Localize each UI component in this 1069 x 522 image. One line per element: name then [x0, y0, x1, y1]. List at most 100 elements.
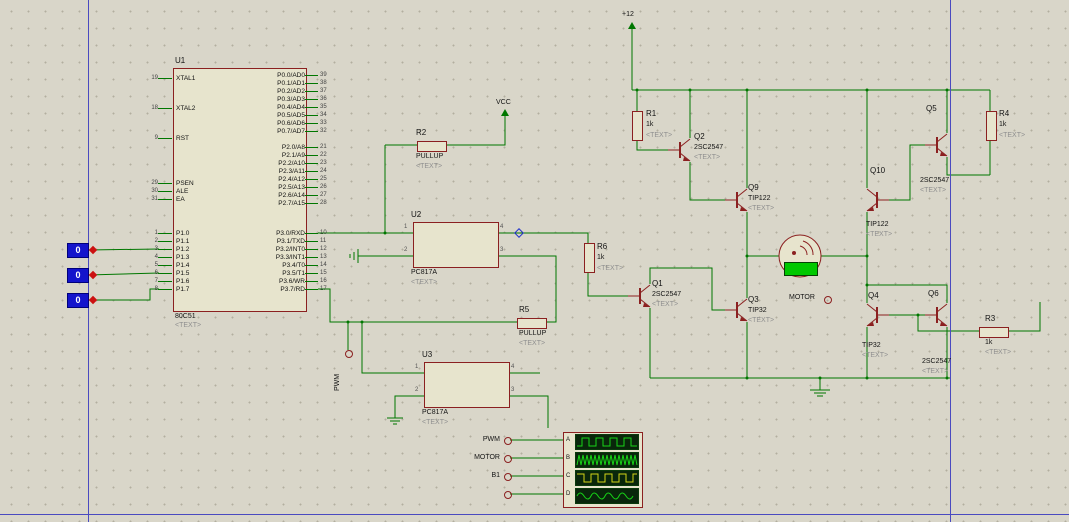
transistor-q5-symbol[interactable]	[925, 133, 948, 157]
u1-ref: U1	[175, 56, 186, 65]
transistor-q6-symbol[interactable]	[925, 303, 948, 327]
u1-pin-left[interactable]: 29 PSEN	[146, 179, 193, 187]
component-u2-body[interactable]	[413, 222, 499, 268]
logic-state-input[interactable]: 0	[67, 293, 89, 308]
plus12-label: +12	[622, 11, 634, 18]
resistor-r5[interactable]	[517, 318, 547, 329]
q4-ref: Q4	[868, 291, 879, 300]
pin-stub	[305, 162, 318, 164]
u1-pin-left[interactable]: 18 XTAL2	[146, 104, 195, 112]
u1-pin-right[interactable]: P3.7/RD 17	[191, 285, 326, 293]
r5-ref: R5	[519, 305, 530, 314]
transistor-q9-symbol[interactable]	[725, 188, 748, 212]
u1-pin-right[interactable]: P2.0/A8 21	[191, 143, 327, 151]
q5-ref: Q5	[926, 104, 937, 113]
u1-pin-right[interactable]: P2.7/A15 28	[191, 199, 326, 207]
resistor-r2[interactable]	[417, 141, 447, 152]
resistor-r1[interactable]	[632, 111, 643, 141]
u1-pin-right[interactable]: P2.4/A12 25	[191, 175, 327, 183]
u1-pin-left[interactable]: 6 P1.5	[146, 269, 190, 277]
vcc-power-icon[interactable]	[501, 109, 509, 116]
scope-terminal-c[interactable]	[504, 473, 512, 481]
pin-stub	[305, 202, 318, 204]
pwm-terminal[interactable]	[345, 350, 353, 358]
pin-stub	[305, 90, 318, 92]
u1-pin-left[interactable]: 9 RST	[146, 134, 189, 142]
ground-icon-u3[interactable]	[387, 417, 403, 425]
pin-name: P3.2/INT0	[275, 245, 305, 253]
resistor-r6[interactable]	[584, 243, 595, 273]
pin-name: P2.4/A12	[278, 175, 305, 183]
u1-pin-left[interactable]: 19 XTAL1	[146, 74, 195, 82]
u1-pin-right[interactable]: P0.1/AD1 38	[191, 79, 327, 87]
u1-pin-right[interactable]: P3.6/WR 16	[191, 277, 327, 285]
pin-stub	[305, 194, 318, 196]
motor-terminal[interactable]	[824, 296, 832, 304]
u1-part: 80C51	[175, 313, 196, 320]
u1-pin-right[interactable]: P3.5/T1 15	[191, 269, 327, 277]
r5-note: <TEXT>	[519, 340, 546, 347]
u2-pin3: 3	[500, 247, 504, 253]
u1-pin-right[interactable]: P3.4/T0 14	[191, 261, 326, 269]
u1-pin-right[interactable]: P0.7/AD7 32	[191, 127, 327, 135]
scope-input-a-net: PWM	[482, 436, 500, 443]
u1-pin-left[interactable]: 30 ALE	[146, 187, 188, 195]
vcc-label: VCC	[496, 99, 511, 106]
pin-number: 15	[320, 270, 327, 276]
u1-pin-right[interactable]: P2.2/A10 23	[191, 159, 326, 167]
pin-name: P1.3	[176, 253, 190, 261]
ground-icon-bridge[interactable]	[810, 389, 830, 397]
q6-note: <TEXT>	[922, 368, 949, 375]
u1-pin-right[interactable]: P0.2/AD2 37	[191, 87, 327, 95]
r5-value: PULLUP	[519, 330, 547, 337]
u1-pin-right[interactable]: P0.6/AD6 33	[191, 119, 327, 127]
u1-pin-left[interactable]: 7 P1.6	[146, 277, 190, 285]
u1-pin-right[interactable]: P3.1/TXD 11	[191, 237, 326, 245]
logic-state-input[interactable]: 0	[67, 268, 89, 283]
resistor-r4[interactable]	[986, 111, 997, 141]
transistor-q10-symbol[interactable]	[866, 188, 889, 212]
u1-pin-right[interactable]: P3.0/RXD 10	[191, 229, 327, 237]
pin-stub	[305, 170, 318, 172]
r2-value: PULLUP	[416, 153, 444, 160]
u2-note: <TEXT>	[411, 279, 438, 286]
u1-pin-right[interactable]: P2.3/A11 24	[191, 167, 327, 175]
u1-pin-left[interactable]: 2 P1.1	[146, 237, 190, 245]
pin-name: P2.5/A13	[278, 183, 305, 191]
q9-note: <TEXT>	[748, 205, 775, 212]
transistor-q2-symbol[interactable]	[668, 138, 691, 162]
u1-pin-right[interactable]: P0.5/AD5 34	[191, 111, 327, 119]
u1-pin-left[interactable]: 3 P1.2	[146, 245, 190, 253]
component-u3-body[interactable]	[424, 362, 510, 408]
u1-pin-left[interactable]: 5 P1.4	[146, 261, 190, 269]
transistor-q3-symbol[interactable]	[725, 298, 748, 322]
pin-number: 25	[320, 176, 327, 182]
u1-pin-right[interactable]: P2.1/A9 22	[191, 151, 327, 159]
u1-pin-right[interactable]: P0.3/AD3 36	[191, 95, 327, 103]
ground-icon-u2[interactable]	[349, 249, 362, 263]
pin-number: 19	[151, 75, 158, 81]
pin-stub	[305, 130, 318, 132]
scope-terminal-b[interactable]	[504, 455, 512, 463]
resistor-r3[interactable]	[979, 327, 1009, 338]
u1-pin-right[interactable]: P3.3/INT1 13	[191, 253, 327, 261]
scope-terminal-d[interactable]	[504, 491, 512, 499]
logic-state-input[interactable]: 0	[67, 243, 89, 258]
u1-pin-right[interactable]: P2.6/A14 27	[191, 191, 326, 199]
pin-stub	[305, 98, 318, 100]
u1-pin-right[interactable]: P3.2/INT0 12	[191, 245, 327, 253]
scope-terminal-a[interactable]	[504, 437, 512, 445]
plus12-power-icon[interactable]	[628, 22, 636, 29]
pin-stub	[158, 256, 172, 258]
u1-pin-left[interactable]: 31 EA	[146, 195, 184, 203]
u1-pin-left[interactable]: 8 P1.7	[146, 285, 190, 293]
transistor-q4-symbol[interactable]	[866, 303, 889, 327]
u1-pin-right[interactable]: P0.4/AD4 35	[191, 103, 327, 111]
pin-stub	[158, 272, 172, 274]
u1-pin-right[interactable]: P0.0/AD0 39	[191, 71, 327, 79]
u1-pin-right[interactable]: P2.5/A13 26	[191, 183, 326, 191]
pin-stub	[158, 288, 172, 290]
u1-pin-left[interactable]: 1 P1.0	[146, 229, 190, 237]
u1-pin-left[interactable]: 4 P1.3	[146, 253, 190, 261]
transistor-q1-symbol[interactable]	[628, 284, 651, 308]
